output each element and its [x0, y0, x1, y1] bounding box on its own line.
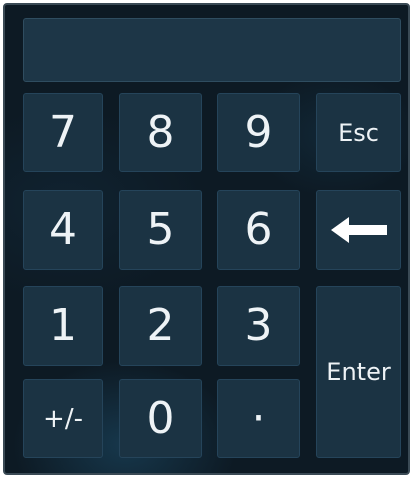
- left-arrow-icon: [330, 217, 387, 243]
- key-1-label: 1: [49, 300, 77, 351]
- decimal-point-button[interactable]: ·: [217, 379, 300, 458]
- key-4[interactable]: 4: [23, 190, 103, 270]
- escape-button-label: Esc: [338, 118, 379, 147]
- sign-toggle-label: +/-: [43, 403, 83, 434]
- key-1[interactable]: 1: [23, 286, 103, 366]
- key-0[interactable]: 0: [119, 379, 202, 458]
- key-2[interactable]: 2: [119, 286, 202, 366]
- key-9-label: 9: [244, 106, 273, 158]
- backspace-button[interactable]: [316, 190, 401, 270]
- key-3[interactable]: 3: [217, 286, 300, 366]
- key-6[interactable]: 6: [217, 190, 300, 270]
- sign-toggle-button[interactable]: +/-: [23, 379, 103, 458]
- enter-button[interactable]: Enter: [316, 286, 401, 458]
- enter-button-label: Enter: [326, 358, 391, 386]
- decimal-point-label: ·: [251, 392, 266, 444]
- key-0-label: 0: [146, 392, 175, 444]
- key-7[interactable]: 7: [23, 93, 103, 172]
- key-2-label: 2: [146, 300, 175, 351]
- key-8-label: 8: [146, 106, 175, 158]
- key-7-label: 7: [49, 106, 77, 158]
- key-5-label: 5: [146, 204, 175, 255]
- key-9[interactable]: 9: [217, 93, 300, 172]
- keypad-display: [23, 18, 401, 82]
- escape-button[interactable]: Esc: [316, 93, 401, 172]
- key-4-label: 4: [49, 204, 77, 255]
- key-8[interactable]: 8: [119, 93, 202, 172]
- key-6-label: 6: [244, 204, 273, 255]
- key-3-label: 3: [244, 300, 273, 351]
- key-5[interactable]: 5: [119, 190, 202, 270]
